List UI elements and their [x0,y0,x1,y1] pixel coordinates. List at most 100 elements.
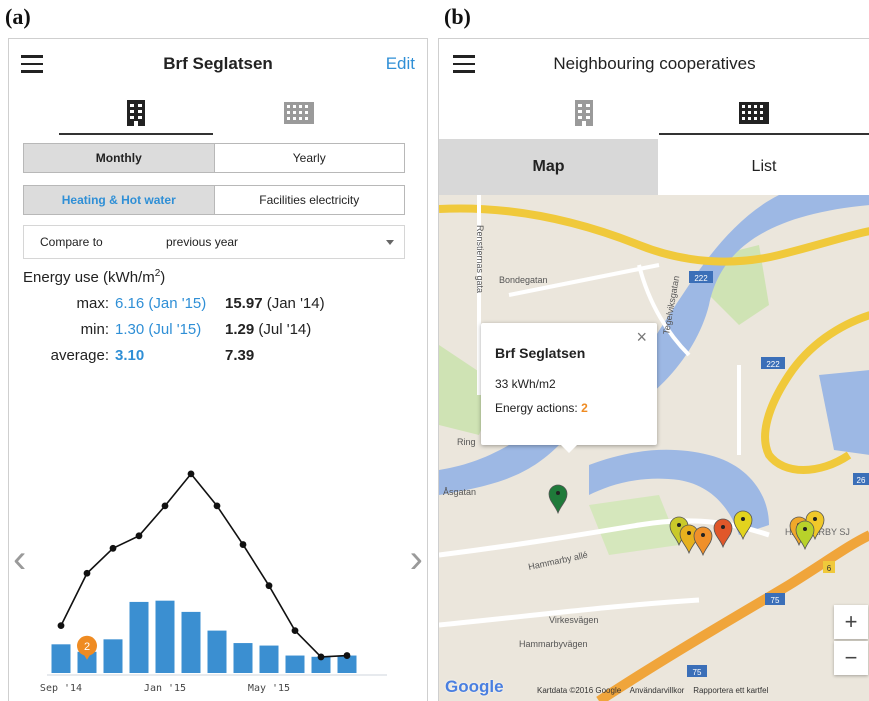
svg-text:26: 26 [857,476,866,485]
google-logo: Google [445,677,504,696]
compare-value: previous year [166,235,239,249]
energy-chart: 2 Sep '14 Jan '15 May '15 [40,470,387,694]
popup-usage: 33 kWh/m2 [495,377,556,391]
svg-text:222: 222 [766,360,780,369]
popup-actions: Energy actions: 2 [495,401,588,415]
tab-neighbours[interactable] [679,91,829,135]
previous-year-point[interactable] [161,502,169,510]
energy-type-toggle: Heating & Hot water Facilities electrici… [23,185,405,215]
previous-year-point[interactable] [343,652,351,659]
phone-a-screen: Brf Seglatsen Edit Monthly Yearly Heatin… [8,38,428,701]
bar-current-year[interactable] [285,655,305,673]
road-shield: 75 [687,665,707,677]
max-current: 6.16 (Jan '15) [115,295,207,312]
road-shield: 75 [765,593,785,605]
bar-current-year[interactable] [103,639,123,673]
chevron-down-icon [386,240,394,245]
app-header: Brf Seglatsen Edit [9,39,427,91]
previous-year-point[interactable] [265,582,273,590]
street-label: Hammarbyvägen [519,639,588,649]
street-label: Ring [457,437,476,447]
max-label: max: [76,295,109,312]
map-canvas: Bondegatan Renstiernas gata Tegelviksgat… [439,195,869,701]
bar-current-year[interactable] [155,600,175,673]
previous-year-point[interactable] [109,544,117,552]
svg-text:222: 222 [694,274,708,283]
tab-own-building[interactable] [61,91,211,135]
panel-label-b: (b) [444,4,471,29]
svg-text:75: 75 [693,668,702,677]
previous-year-point[interactable] [239,541,247,548]
tab-heating-hot-water[interactable]: Heating & Hot water [24,186,214,214]
multi-building-icon [739,102,769,124]
bar-current-year[interactable] [51,644,71,673]
view-tabs [9,91,427,135]
x-tick-label: May '15 [248,683,290,694]
min-label: min: [80,321,109,338]
panel-label-a: (a) [5,4,31,29]
single-building-icon [127,100,145,126]
tab-map[interactable]: Map [439,139,658,195]
street-label: Åsgatan [443,487,476,497]
previous-year-point[interactable] [317,653,325,661]
min-current: 1.30 (Jul '15) [115,321,202,338]
map-view[interactable]: Bondegatan Renstiernas gata Tegelviksgat… [439,195,869,701]
road-shield: 222 [761,357,785,369]
close-icon[interactable]: × [636,327,647,348]
view-tabs-b [439,91,869,135]
average-previous: 7.39 [225,347,255,364]
previous-year-point[interactable] [291,627,299,634]
tab-yearly[interactable]: Yearly [213,144,405,172]
zoom-in-button[interactable]: + [834,605,868,639]
max-previous: 15.97 (Jan '14) [225,295,325,312]
x-tick-label: Jan '15 [144,683,186,694]
compare-label: Compare to [40,235,103,249]
active-tab-underline [659,133,869,135]
map-list-tabs: Map List [439,139,869,195]
previous-year-point[interactable] [57,622,65,630]
previous-year-point[interactable] [213,502,221,510]
svg-text:75: 75 [771,596,780,605]
road-shield: 6 [823,561,835,573]
street-label: Bondegatan [499,275,548,285]
active-tab-underline [59,133,213,135]
bar-current-year[interactable] [181,611,201,673]
bar-current-year[interactable] [233,643,253,673]
edit-button[interactable]: Edit [386,54,415,74]
previous-year-point[interactable] [187,470,195,478]
average-label: average: [50,347,109,364]
min-previous: 1.29 (Jul '14) [225,321,312,338]
tab-facilities-electricity[interactable]: Facilities electricity [213,186,405,214]
average-current: 3.10 [115,347,145,364]
page-title: Brf Seglatsen [163,54,273,73]
popup-title: Brf Seglatsen [495,345,586,361]
svg-text:6: 6 [827,564,832,573]
page-title-b: Neighbouring cooperatives [553,54,756,73]
street-label: Virkesvägen [549,615,598,625]
previous-year-point[interactable] [135,532,143,540]
multi-building-icon [284,102,314,124]
tab-monthly[interactable]: Monthly [24,144,214,172]
previous-year-line [60,472,348,658]
tab-list[interactable]: List [658,139,869,195]
phone-b-screen: Neighbouring cooperatives Map List Bonde… [438,38,869,701]
popup-pointer [561,445,577,453]
x-tick-label: Sep '14 [40,683,82,694]
street-label: Renstiernas gata [475,225,485,293]
single-building-icon [575,100,593,126]
svg-text:2: 2 [84,641,90,653]
map-attribution[interactable]: Kartdata ©2016 Google Användarvillkor Ra… [537,686,768,695]
energy-stats: max: 6.16 (Jan '15) 15.97 (Jan '14) min:… [9,295,427,385]
previous-year-point[interactable] [83,569,91,577]
zoom-out-button[interactable]: − [834,641,868,675]
app-header-b: Neighbouring cooperatives [439,39,869,91]
bar-current-year[interactable] [207,630,227,673]
energy-use-heading: Energy use (kWh/m2) [23,268,166,286]
bar-current-year[interactable] [129,601,149,673]
tab-neighbours[interactable] [224,91,374,135]
period-toggle: Monthly Yearly [23,143,405,173]
compare-select[interactable]: Compare to previous year [23,225,405,259]
tab-own-building[interactable] [509,91,659,135]
bar-current-year[interactable] [259,645,279,673]
building-popup[interactable]: × Brf Seglatsen 33 kWh/m2 Energy actions… [481,323,657,453]
